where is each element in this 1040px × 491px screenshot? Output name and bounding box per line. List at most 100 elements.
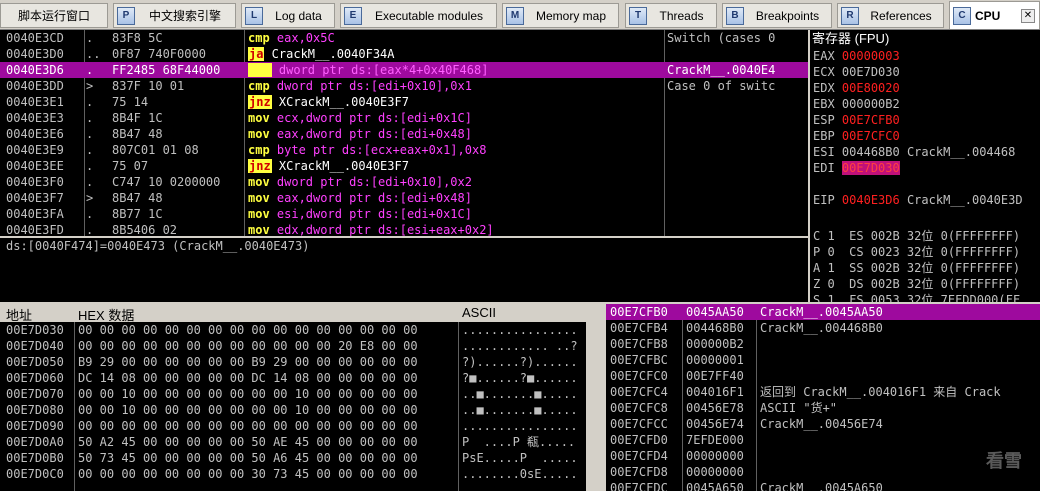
- mnemonic: mov: [248, 191, 270, 205]
- stack-row[interactable]: 00E7CFD0 7EFDE000: [606, 432, 1040, 448]
- disasm-row[interactable]: 0040E3FA. 8B77 1C mov esi,dword ptr ds:[ed…: [0, 206, 808, 222]
- register-row[interactable]: ESP 00E7CFB0: [810, 112, 1040, 128]
- operands: dword ptr ds:[eax*4+0x40F468]: [271, 63, 489, 77]
- register-row[interactable]: EBP 00E7CFC0: [810, 128, 1040, 144]
- operands: eax,dword ptr ds:[edi+0x48]: [269, 191, 472, 205]
- tab-label: CPU: [975, 8, 1001, 23]
- register-row[interactable]: [810, 176, 1040, 192]
- register-comment: CrackM__.004468: [906, 145, 1016, 159]
- address: 0040E3DD: [6, 79, 64, 93]
- dump-hex: 50 A2 45 00 00 00 00 00 50 AE 45 00 00 0…: [78, 435, 418, 449]
- references-icon: R: [841, 6, 859, 25]
- stack-row[interactable]: 00E7CFD4 00000000: [606, 448, 1040, 464]
- close-icon[interactable]: ✕: [1021, 8, 1035, 23]
- register-row[interactable]: EDI 00E7D030: [810, 160, 1040, 176]
- info-pane[interactable]: ds:[0040F474]=0040E473 (CrackM__.0040E47…: [0, 238, 808, 302]
- flag-row[interactable]: Z 0 DS 002B 32位 0(FFFFFFFF): [810, 276, 1040, 292]
- dump-hex: 00 00 00 00 00 00 00 00 00 00 00 00 00 0…: [78, 419, 418, 433]
- stack-row[interactable]: 00E7CFDC 0045A650 CrackM__.0045A650: [606, 480, 1040, 491]
- stack-row[interactable]: 00E7CFB8 000000B2: [606, 336, 1040, 352]
- stack-value: 000000B2: [686, 337, 744, 351]
- tab-chinese-search[interactable]: P 中文搜索引擎: [113, 3, 236, 28]
- flag-row[interactable]: C 1 ES 002B 32位 0(FFFFFFFF): [810, 228, 1040, 244]
- disasm-row[interactable]: 0040E3D0.. 0F87 740F0000 ja CrackM__.0040F…: [0, 46, 808, 62]
- disasm-row[interactable]: 0040E3F7 >8B47 48 mov eax,dword ptr ds:[ed…: [0, 190, 808, 206]
- stack-row[interactable]: 00E7CFD8 00000000: [606, 464, 1040, 480]
- dump-row[interactable]: 00E7D0B0 50 73 45 00 00 00 00 00 50 A6 45…: [0, 450, 586, 466]
- flag-list: C 1 ES 002B 32位 0(FFFFFFFF) P 0 CS 0023 3…: [810, 228, 1040, 302]
- address: 0040E3E6: [6, 127, 64, 141]
- disasm-row[interactable]: 0040E3FD. 8B5406 02 mov edx,dword ptr ds:[…: [0, 222, 808, 236]
- instruction: cmp dword ptr ds:[edi+0x10],0x1: [248, 78, 472, 94]
- mnemonic: cmp: [248, 31, 270, 45]
- mnemonic: jmp: [248, 63, 272, 77]
- disasm-row[interactable]: 0040E3E3. 8B4F 1C mov ecx,dword ptr ds:[ed…: [0, 110, 808, 126]
- modules-icon: E: [344, 6, 362, 25]
- tab-script-window[interactable]: 脚本运行窗口: [0, 3, 108, 28]
- tab-log-data[interactable]: L Log data: [241, 3, 335, 28]
- dump-row[interactable]: 00E7D090 00 00 00 00 00 00 00 00 00 00 00…: [0, 418, 586, 434]
- address: 0040E3E3: [6, 111, 64, 125]
- dump-ascii: ..■.......■.....: [462, 403, 578, 417]
- flag-row[interactable]: S 1 FS 0053 32位 7EFDD000(FF: [810, 292, 1040, 302]
- dump-row[interactable]: 00E7D040 00 00 00 00 00 00 00 00 00 00 00…: [0, 338, 586, 354]
- mnemonic: mov: [248, 207, 270, 221]
- disasm-row[interactable]: 0040E3DD >837F 10 01 cmp dword ptr ds:[edi…: [0, 78, 808, 94]
- disasm-row[interactable]: 0040E3E6. 8B47 48 mov eax,dword ptr ds:[ed…: [0, 126, 808, 142]
- dump-row[interactable]: 00E7D0A0 50 A2 45 00 00 00 00 00 50 AE 45…: [0, 434, 586, 450]
- dump-header-ascii: ASCII: [462, 305, 496, 320]
- instruction: mov esi,dword ptr ds:[edi+0x1C]: [248, 206, 472, 222]
- dump-row[interactable]: 00E7D060 DC 14 08 00 00 00 00 00 DC 14 08…: [0, 370, 586, 386]
- register-row[interactable]: EBX 000000B2: [810, 96, 1040, 112]
- disasm-row[interactable]: 0040E3CD. 83F8 5C cmp eax,0x5C Switch (case…: [0, 30, 808, 46]
- tab-references[interactable]: R References: [837, 3, 944, 28]
- dump-hex: 00 00 00 00 00 00 00 00 30 73 45 00 00 0…: [78, 467, 418, 481]
- tab-breakpoints[interactable]: B Breakpoints: [722, 3, 832, 28]
- dump-row[interactable]: 00E7D050 B9 29 00 00 00 00 00 00 B9 29 00…: [0, 354, 586, 370]
- register-row[interactable]: [810, 208, 1040, 224]
- tab-threads[interactable]: T Threads: [625, 3, 717, 28]
- stack-row[interactable]: 00E7CFB0 0045AA50 CrackM__.0045AA50: [606, 304, 1040, 320]
- disasm-row[interactable]: 0040E3EE. 75 07 jnz XCrackM__.0040E3F7: [0, 158, 808, 174]
- stack-pane[interactable]: 00E7CFB0 0045AA50 CrackM__.0045AA50 00E7CFB…: [606, 304, 1040, 491]
- register-row[interactable]: EIP 0040E3D6 CrackM__.0040E3D: [810, 192, 1040, 208]
- register-value: 00E7CFC0: [841, 129, 900, 143]
- dump-row[interactable]: 00E7D0C0 00 00 00 00 00 00 00 00 30 73 45…: [0, 466, 586, 482]
- instruction: ja CrackM__.0040F34A: [248, 46, 395, 62]
- register-row[interactable]: EDX 00E80020: [810, 80, 1040, 96]
- disasm-row[interactable]: 0040E3E9. 807C01 01 08 cmp byte ptr ds:[ec…: [0, 142, 808, 158]
- hex-bytes: 8B4F 1C: [112, 111, 163, 125]
- tab-memory-map[interactable]: M Memory map: [502, 3, 619, 28]
- register-name: EIP: [813, 193, 835, 207]
- operands: byte ptr ds:[ecx+eax+0x1],0x8: [269, 143, 487, 157]
- stack-row[interactable]: 00E7CFCC 00456E74 CrackM__.00456E74: [606, 416, 1040, 432]
- dump-row[interactable]: 00E7D070 00 00 10 00 00 00 00 00 00 00 10…: [0, 386, 586, 402]
- dump-row[interactable]: 00E7D080 00 00 10 00 00 00 00 00 00 00 10…: [0, 402, 586, 418]
- flag-row[interactable]: P 0 CS 0023 32位 0(FFFFFFFF): [810, 244, 1040, 260]
- stack-value: 0045A650: [686, 481, 744, 491]
- stack-row[interactable]: 00E7CFC0 00E7FF40: [606, 368, 1040, 384]
- tab-cpu[interactable]: C CPU ✕: [949, 1, 1040, 29]
- stack-row[interactable]: 00E7CFC4 004016F1 返回到 CrackM__.004016F1 来自…: [606, 384, 1040, 400]
- registers-pane[interactable]: 寄存器 (FPU) EAX 00000003 ECX 00E7D030 EDX …: [810, 30, 1040, 302]
- memory-dump-pane[interactable]: 00E7D030 00 00 00 00 00 00 00 00 00 00 00…: [0, 322, 586, 491]
- disasm-row[interactable]: 0040E3D6. FF2485 68F44000 jmp dword ptr ds…: [0, 62, 808, 78]
- flag-row[interactable]: A 1 SS 002B 32位 0(FFFFFFFF): [810, 260, 1040, 276]
- operands: XCrackM__.0040E3F7: [271, 159, 409, 173]
- register-row[interactable]: ESI 004468B0 CrackM__.004468: [810, 144, 1040, 160]
- stack-row[interactable]: 00E7CFBC 00000001: [606, 352, 1040, 368]
- stack-row[interactable]: 00E7CFB4 004468B0 CrackM__.004468B0: [606, 320, 1040, 336]
- dump-address: 00E7D0B0: [6, 451, 64, 465]
- disasm-row[interactable]: 0040E3F0. C747 10 0200000 mov dword ptr ds…: [0, 174, 808, 190]
- tab-executable-modules[interactable]: E Executable modules: [340, 3, 497, 28]
- disassembly-pane[interactable]: 0040E3CD. 83F8 5C cmp eax,0x5C Switch (case…: [0, 30, 808, 236]
- dump-address: 00E7D0C0: [6, 467, 64, 481]
- stack-value: 00000001: [686, 353, 744, 367]
- disasm-row[interactable]: 0040E3E1. 75 14 jnz XCrackM__.0040E3F7: [0, 94, 808, 110]
- dump-row[interactable]: 00E7D030 00 00 00 00 00 00 00 00 00 00 00…: [0, 322, 586, 338]
- register-row[interactable]: ECX 00E7D030: [810, 64, 1040, 80]
- register-name: EAX: [813, 49, 835, 63]
- instruction: cmp byte ptr ds:[ecx+eax+0x1],0x8: [248, 142, 486, 158]
- stack-row[interactable]: 00E7CFC8 00456E78 ASCII "货+": [606, 400, 1040, 416]
- register-row[interactable]: EAX 00000003: [810, 48, 1040, 64]
